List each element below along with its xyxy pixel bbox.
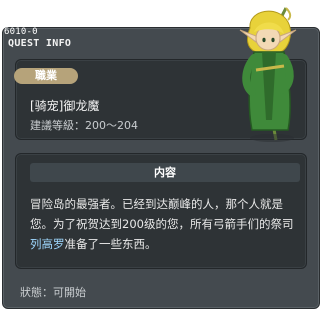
description-text: 冒险岛的最强者。已经到达巅峰的人，那个人就是您。为了祝贺达到200级的您，所有弓… [30, 194, 302, 254]
description-header: 内容 [30, 163, 300, 182]
quest-id-label: 6010-0 [4, 27, 38, 37]
description-text-part2: 准备了一些东西。 [64, 237, 157, 251]
quest-status: 狀態：可開始 [20, 286, 86, 299]
job-tag: 職業 [14, 68, 78, 84]
job-name: [骑宠]御龙魔 [30, 99, 100, 113]
description-text-part1: 冒险岛的最强者。已经到达巅峰的人，那个人就是您。为了祝贺达到200级的您，所有弓… [30, 197, 294, 231]
npc-name-link[interactable]: 列高罗 [30, 237, 65, 251]
window-title: QUEST INFO [8, 38, 72, 49]
recommended-level: 建議等級：200～204 [30, 119, 138, 132]
elf-archer-character-icon [239, 7, 297, 142]
